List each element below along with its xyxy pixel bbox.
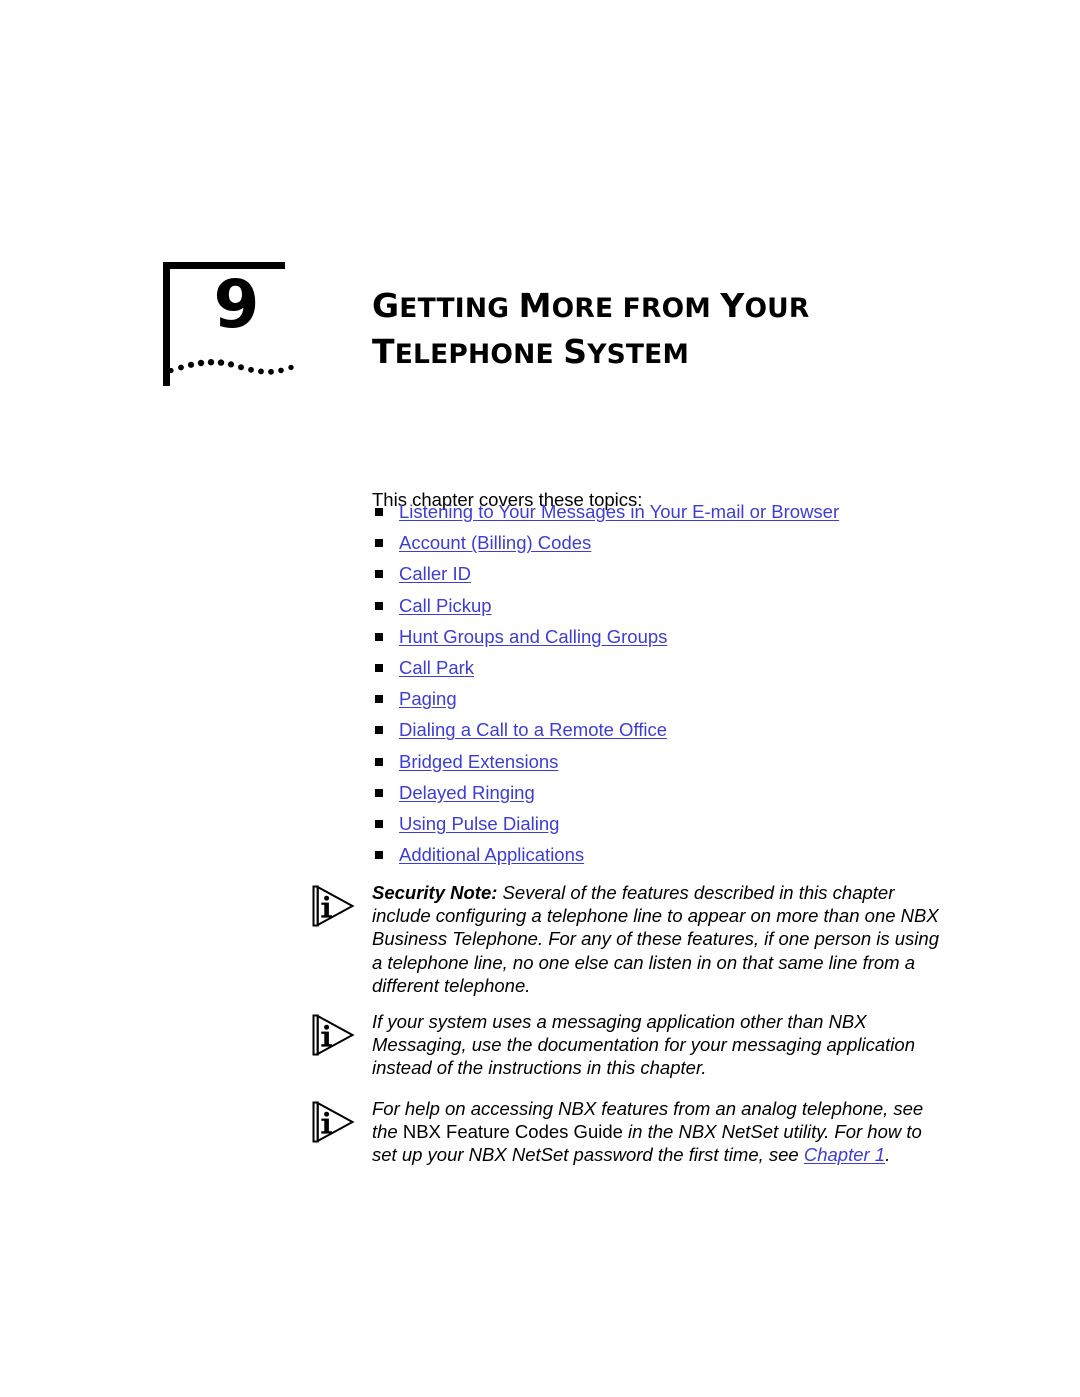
topic-link[interactable]: Listening to Your Messages in Your E-mai… [399, 501, 839, 522]
note-analog: For help on accessing NBX features from … [311, 1097, 951, 1167]
topic-list-item: Caller ID [372, 562, 952, 593]
topic-link[interactable]: Additional Applications [399, 844, 584, 865]
note-analog-text: For help on accessing NBX features from … [372, 1097, 951, 1167]
topic-link[interactable]: Hunt Groups and Calling Groups [399, 626, 667, 647]
note-security: Security Note: Several of the features d… [311, 881, 951, 997]
page-title-segment: M [518, 286, 552, 326]
topic-list-item: Bridged Extensions [372, 750, 952, 781]
info-note-icon [312, 885, 355, 927]
page-title: GETTING MORE FROM YOUR TELEPHONE SYSTEM [372, 284, 932, 376]
topic-link[interactable]: Account (Billing) Codes [399, 532, 591, 553]
page-title-segment: ORE FROM [551, 293, 721, 325]
page-title-segment: YSTEM [587, 339, 690, 371]
square-bullet-icon [375, 695, 383, 704]
page-title-line-2: TELEPHONE SYSTEM [372, 330, 932, 376]
note-messaging-text: If your system uses a messaging applicat… [372, 1011, 915, 1079]
square-bullet-icon [375, 508, 383, 516]
square-bullet-icon [375, 851, 383, 860]
square-bullet-icon [375, 726, 383, 735]
page-title-segment: G [372, 286, 400, 326]
document-page: 9 GETTING MORE FROM YOUR TELEPHONE SYSTE… [0, 0, 1080, 1397]
chapter-number-decoration: 9 [163, 262, 294, 390]
topic-link[interactable]: Bridged Extensions [399, 751, 558, 772]
square-bullet-icon [375, 601, 383, 610]
square-bullet-icon [375, 570, 383, 579]
square-bullet-icon [375, 819, 383, 828]
square-bullet-icon [375, 663, 383, 672]
topic-link[interactable]: Dialing a Call to a Remote Office [399, 719, 667, 740]
page-title-line-1: GETTING MORE FROM YOUR [372, 284, 932, 330]
topic-link[interactable]: Caller ID [399, 563, 471, 584]
topic-link[interactable]: Call Pickup [399, 595, 492, 616]
note-analog-guide-title: NBX Feature Codes Guide [402, 1121, 623, 1143]
page-title-segment: ETTING [399, 293, 519, 325]
square-bullet-icon [375, 539, 383, 548]
page-title-segment: Y [720, 286, 745, 326]
info-note-icon [312, 1014, 355, 1056]
note-security-lead: Security Note: [372, 882, 498, 903]
topic-list-item: Using Pulse Dialing [372, 812, 952, 843]
chapter-topics-list: Listening to Your Messages in Your E-mai… [372, 500, 952, 874]
chapter-number: 9 [213, 266, 260, 343]
topic-list-item: Dialing a Call to a Remote Office [372, 718, 952, 749]
note-messaging: If your system uses a messaging applicat… [311, 1010, 951, 1080]
topic-list-item: Call Pickup [372, 594, 952, 625]
topic-list-item: Delayed Ringing [372, 781, 952, 812]
topic-link[interactable]: Call Park [399, 657, 474, 678]
page-title-segment: T [372, 332, 395, 372]
topic-link[interactable]: Delayed Ringing [399, 782, 535, 803]
topic-link[interactable]: Paging [399, 688, 457, 709]
info-note-icon [312, 1101, 355, 1143]
topic-list-item: Account (Billing) Codes [372, 531, 952, 562]
square-bullet-icon [375, 757, 383, 766]
note-security-text: Security Note: Several of the features d… [372, 881, 951, 997]
square-bullet-icon [375, 632, 383, 641]
chapter-1-link[interactable]: Chapter 1 [804, 1144, 885, 1165]
page-title-segment: S [563, 332, 588, 372]
note-analog-end: . [885, 1144, 891, 1166]
topic-list-item: Listening to Your Messages in Your E-mai… [372, 500, 952, 531]
page-title-segment: ELEPHONE [394, 339, 564, 371]
topic-list-item: Additional Applications [372, 843, 952, 874]
page-title-segment: OUR [744, 293, 810, 325]
topic-link[interactable]: Using Pulse Dialing [399, 813, 559, 834]
topic-list-item: Hunt Groups and Calling Groups [372, 625, 952, 656]
dotted-wave-icon [168, 359, 294, 375]
square-bullet-icon [375, 788, 383, 797]
topic-list-item: Paging [372, 687, 952, 718]
topic-list-item: Call Park [372, 656, 952, 687]
